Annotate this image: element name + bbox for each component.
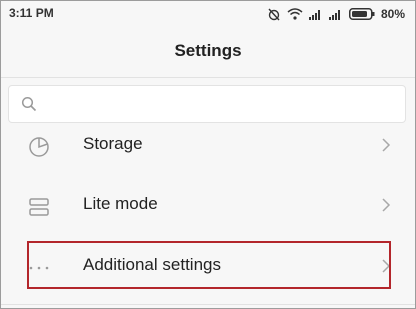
status-bar: 3:11 PM 80% xyxy=(1,1,415,27)
header-divider xyxy=(1,77,415,78)
list-item-label: Additional settings xyxy=(83,255,221,274)
signal-icon xyxy=(308,8,323,20)
wifi-icon xyxy=(287,8,303,20)
bottom-divider xyxy=(1,304,415,305)
status-icons: 80% xyxy=(267,5,405,23)
page-title: Settings xyxy=(174,41,242,60)
storage-pie-icon xyxy=(27,135,51,164)
more-dots-icon xyxy=(27,256,51,285)
list-item-label: Storage xyxy=(83,134,143,153)
list-item-storage[interactable]: Storage xyxy=(1,115,415,175)
battery-percent: 80% xyxy=(380,7,405,21)
signal-icon xyxy=(328,8,343,20)
lite-mode-icon xyxy=(27,195,51,224)
list-item-additional-settings[interactable]: Additional settings xyxy=(1,236,415,296)
search-icon xyxy=(21,96,37,112)
list-item-lite-mode[interactable]: Lite mode xyxy=(1,175,415,235)
list-item-label: Lite mode xyxy=(83,194,158,213)
alarm-off-icon xyxy=(267,7,281,21)
chevron-right-icon xyxy=(381,137,391,158)
status-time: 3:11 PM xyxy=(9,6,54,20)
chevron-right-icon xyxy=(381,258,391,279)
settings-screen: 3:11 PM 80% Settings Storage Lite mode A… xyxy=(0,0,416,309)
battery-icon xyxy=(348,8,375,20)
chevron-right-icon xyxy=(381,197,391,218)
